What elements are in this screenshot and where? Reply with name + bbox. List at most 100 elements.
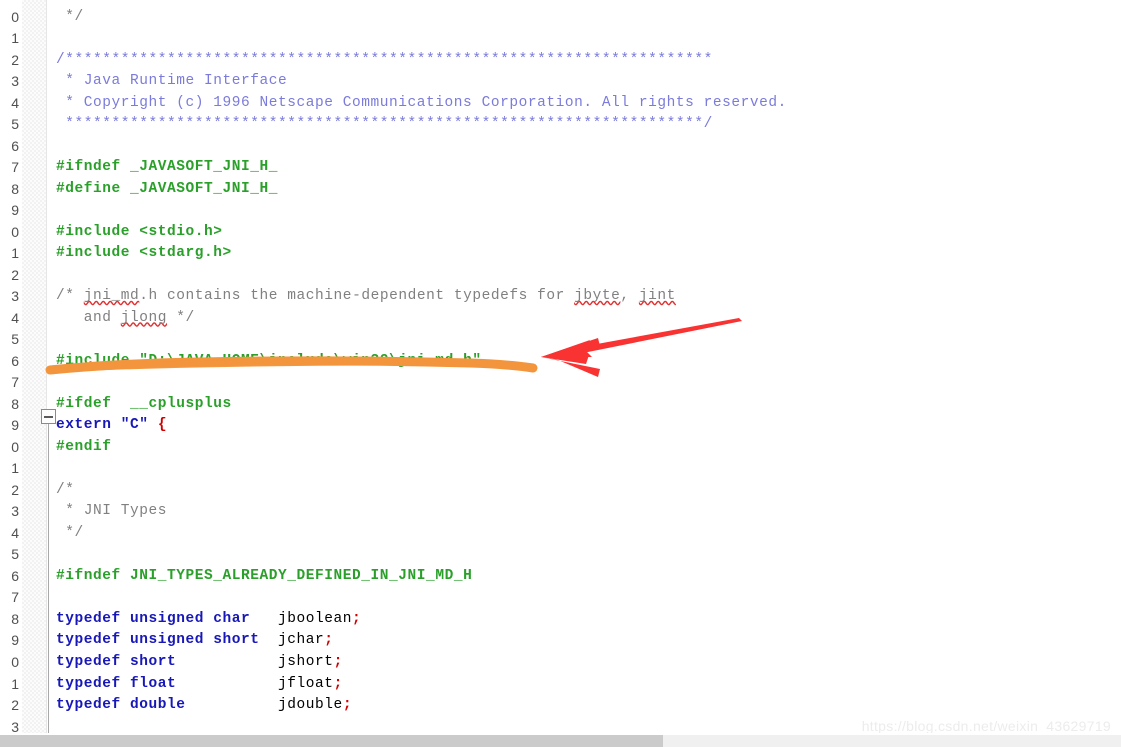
code-token: * Java Runtime Interface: [56, 73, 288, 90]
line-number: 2: [11, 697, 19, 714]
line-number: 1: [11, 245, 19, 262]
line-blank-9[interactable]: [47, 587, 1121, 609]
code-token: JNI_TYPES_ALREADY_DEFINED_IN_JNI_MD_H: [120, 567, 473, 584]
line-extern-c[interactable]: extern "C" {: [47, 415, 1121, 437]
line-comment-open-2[interactable]: /*: [47, 480, 1121, 502]
line-number: 0: [11, 223, 19, 240]
code-token: * Copyright (c) 1996 Netscape Communicat…: [56, 94, 787, 111]
code-token: ;: [333, 653, 343, 670]
code-token: /*: [56, 481, 75, 498]
line-comment-close-2[interactable]: */: [47, 523, 1121, 545]
code-token: jchar: [259, 632, 325, 649]
line-number: 9: [11, 417, 19, 434]
code-line-list: */ /************************************…: [47, 0, 1121, 733]
line-blank-4[interactable]: [47, 265, 1121, 287]
code-token: jboolean: [250, 610, 353, 627]
line-number: 4: [11, 524, 19, 541]
line-number-gutter: 90123456789012345678901234567890123: [0, 0, 22, 735]
line-number: 2: [11, 481, 19, 498]
code-token: #define: [56, 180, 121, 197]
code-token: "C": [120, 417, 149, 434]
line-title[interactable]: * Java Runtime Interface: [47, 71, 1121, 93]
code-token: #include: [56, 245, 131, 262]
gutter-divider: [46, 0, 47, 733]
line-comment-jnitypes[interactable]: * JNI Types: [47, 501, 1121, 523]
line-typedef-jdouble[interactable]: typedef double jdouble;: [47, 695, 1121, 717]
line-number: 1: [11, 460, 19, 477]
line-copyright[interactable]: * Copyright (c) 1996 Netscape Communicat…: [47, 93, 1121, 115]
code-fold-guide-line: [48, 424, 49, 733]
line-blank-3[interactable]: [47, 200, 1121, 222]
line-banner-top[interactable]: /***************************************…: [47, 50, 1121, 72]
code-token: typedef unsigned char: [56, 610, 251, 627]
code-token: .h contains the machine-dependent typede…: [139, 288, 575, 305]
code-token: _JAVASOFT_JNI_H_: [120, 180, 279, 197]
line-typedef-jfloat[interactable]: typedef float jfloat;: [47, 674, 1121, 696]
line-number: 1: [11, 675, 19, 692]
line-ifdef-cplusplus[interactable]: #ifdef __cplusplus: [47, 394, 1121, 416]
line-number: 4: [11, 94, 19, 111]
line-typedef-jshort[interactable]: typedef short jshort;: [47, 652, 1121, 674]
line-blank-2[interactable]: [47, 136, 1121, 158]
line-comment-jnimd-1[interactable]: /* jni_md.h contains the machine-depende…: [47, 286, 1121, 308]
code-fold-collapse-icon[interactable]: [41, 409, 56, 424]
line-define-guard[interactable]: #define _JAVASOFT_JNI_H_: [47, 179, 1121, 201]
line-number: 0: [11, 8, 19, 25]
line-blank-5[interactable]: [47, 329, 1121, 351]
code-token: jfloat: [176, 675, 334, 692]
code-token: "D:\JAVA_HOME\include\win32\jni_md.h": [130, 352, 482, 369]
horizontal-scrollbar-track[interactable]: [0, 733, 1121, 747]
line-ifndef-guard[interactable]: #ifndef _JAVASOFT_JNI_H_: [47, 157, 1121, 179]
line-number: 8: [11, 610, 19, 627]
horizontal-scrollbar-thumb[interactable]: [0, 733, 663, 747]
code-token: #ifndef: [56, 567, 121, 584]
code-token: */: [56, 8, 84, 25]
code-token: #endif: [56, 438, 112, 455]
editor-screen: 90123456789012345678901234567890123 */ /…: [0, 0, 1121, 747]
line-blank-8[interactable]: [47, 544, 1121, 566]
line-comment-close[interactable]: */: [47, 7, 1121, 29]
code-token: ;: [352, 610, 362, 627]
line-endif-1[interactable]: #endif: [47, 437, 1121, 459]
line-number: 9: [11, 202, 19, 219]
line-banner-bottom[interactable]: ****************************************…: [47, 114, 1121, 136]
code-token: and: [56, 309, 121, 326]
line-typedef-jboolean[interactable]: typedef unsigned char jboolean;: [47, 609, 1121, 631]
code-scroll-surface[interactable]: */ /************************************…: [47, 0, 1121, 733]
line-include-jnimd[interactable]: #include "D:\JAVA_HOME\include\win32\jni…: [47, 351, 1121, 373]
line-typedef-jchar[interactable]: typedef unsigned short jchar;: [47, 630, 1121, 652]
line-include-stdarg[interactable]: #include <stdarg.h>: [47, 243, 1121, 265]
code-token: #ifdef: [56, 395, 112, 412]
code-token: <stdio.h>: [130, 223, 223, 240]
code-token: typedef unsigned short: [56, 632, 260, 649]
code-token: #include: [56, 352, 131, 369]
line-number: 9: [11, 632, 19, 649]
line-ifndef-types[interactable]: #ifndef JNI_TYPES_ALREADY_DEFINED_IN_JNI…: [47, 566, 1121, 588]
code-token: */: [167, 309, 195, 326]
line-number: 5: [11, 331, 19, 348]
line-include-stdio[interactable]: #include <stdio.h>: [47, 222, 1121, 244]
line-number: 4: [11, 309, 19, 326]
line-number: 3: [11, 288, 19, 305]
line-number: 6: [11, 352, 19, 369]
line-number: 3: [11, 503, 19, 520]
line-blank-7[interactable]: [47, 458, 1121, 480]
line-blank-6[interactable]: [47, 372, 1121, 394]
line-number: 7: [11, 374, 19, 391]
code-token: typedef double: [56, 697, 186, 714]
code-token: ,: [620, 288, 639, 305]
code-token: ;: [342, 697, 353, 714]
code-token: ****************************************…: [56, 116, 713, 133]
line-number: 5: [11, 546, 19, 563]
code-token: */: [56, 524, 84, 541]
code-token: /*: [56, 288, 84, 305]
line-number: 2: [11, 266, 19, 283]
code-token: ;: [333, 675, 343, 692]
line-number: 8: [11, 180, 19, 197]
line-number: 7: [11, 159, 19, 176]
code-token: jni_md: [83, 288, 140, 305]
line-blank-1[interactable]: [47, 28, 1121, 50]
scrollbar-gap: [0, 733, 1121, 735]
line-comment-jnimd-2[interactable]: and jlong */: [47, 308, 1121, 330]
